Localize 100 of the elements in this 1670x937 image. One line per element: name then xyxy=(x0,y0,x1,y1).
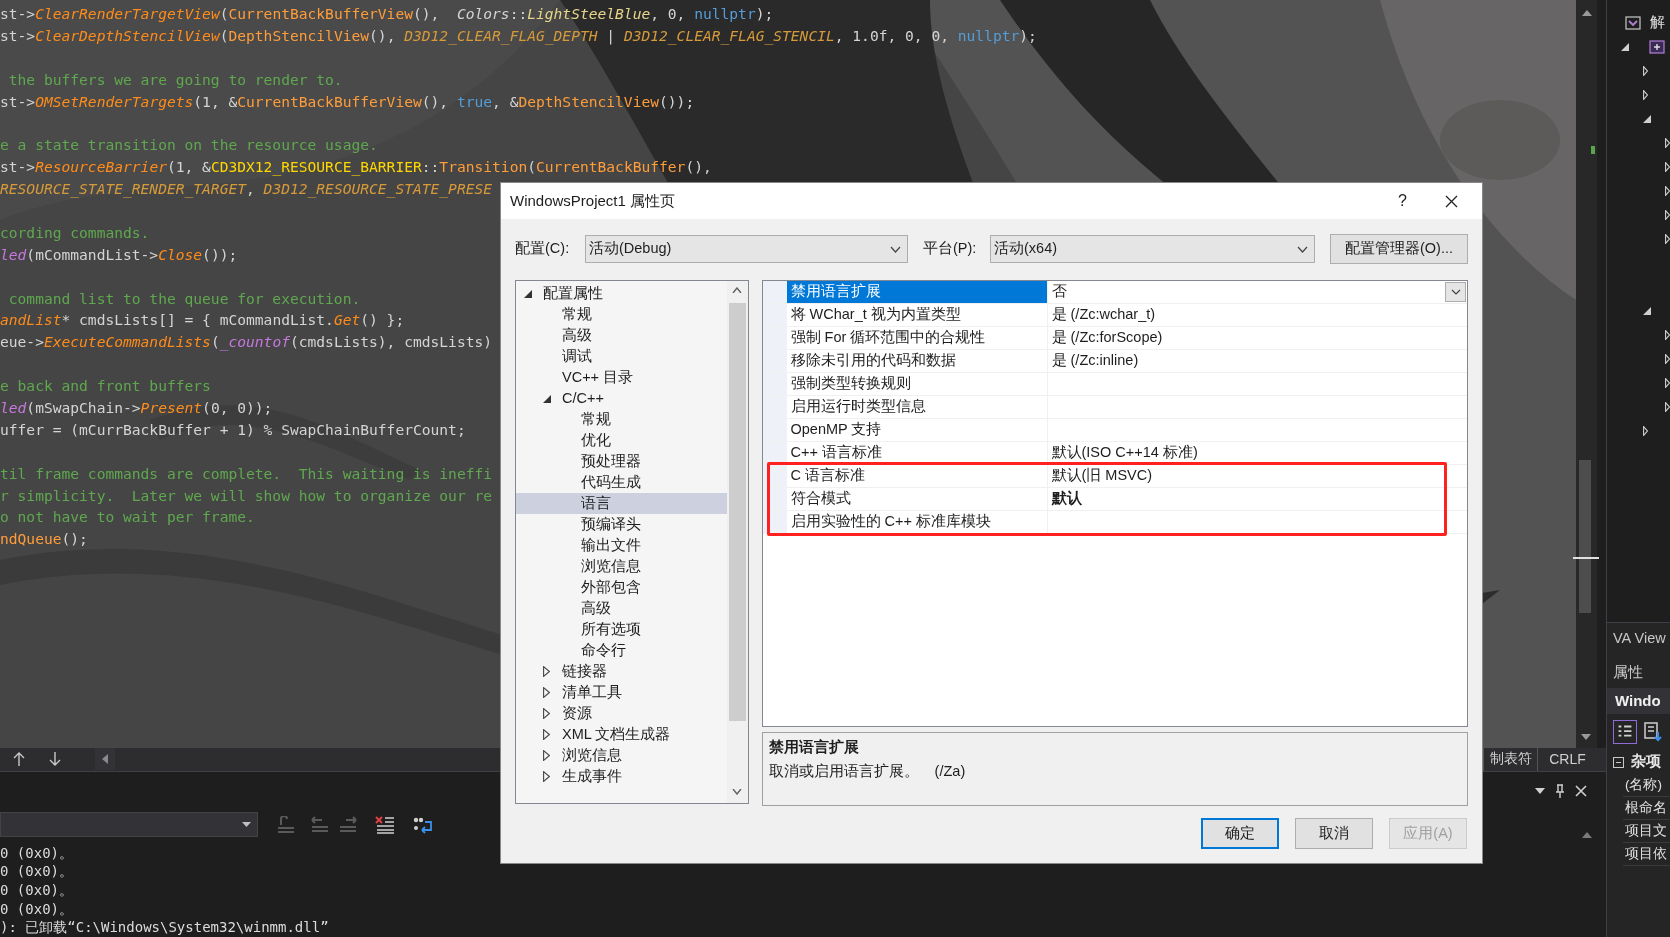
pin-icon[interactable] xyxy=(1555,783,1565,798)
property-name[interactable]: 强制 For 循环范围中的合规性 xyxy=(786,327,1047,349)
next-message-icon[interactable] xyxy=(338,815,358,834)
expanded-arrow-icon[interactable] xyxy=(1643,115,1651,123)
help-button[interactable]: ? xyxy=(1398,189,1407,213)
tree-item[interactable]: 浏览信息 xyxy=(516,745,727,766)
tree-item[interactable]: 常规 xyxy=(516,409,727,430)
property-name[interactable]: C++ 语言标准 xyxy=(786,442,1047,464)
collapse-icon[interactable] xyxy=(1613,756,1624,768)
scroll-down-icon[interactable] xyxy=(1581,733,1591,740)
scroll-up-icon[interactable] xyxy=(732,287,742,293)
property-value[interactable]: 否 xyxy=(1047,281,1067,303)
scroll-thumb[interactable] xyxy=(1579,460,1591,613)
go-to-line-icon[interactable] xyxy=(276,815,296,834)
tree-item[interactable]: 所有选项 xyxy=(516,619,727,640)
tree-item[interactable]: 优化 xyxy=(516,430,727,451)
code-line: e a state transition on the resource usage. xyxy=(0,135,378,156)
expanded-arrow-icon[interactable] xyxy=(543,394,551,403)
property-value[interactable]: 默认 xyxy=(1047,488,1082,510)
property-name[interactable]: 将 WChar_t 视为内置类型 xyxy=(786,304,1047,326)
solution-icon xyxy=(1625,16,1641,30)
scroll-thumb[interactable] xyxy=(728,303,746,721)
tree-item[interactable]: 代码生成 xyxy=(516,472,727,493)
collapsed-arrow-icon[interactable] xyxy=(543,750,550,761)
scroll-up-icon[interactable] xyxy=(1581,10,1592,16)
word-wrap-icon[interactable] xyxy=(413,815,433,834)
property-name[interactable]: 移除未引用的代码和数据 xyxy=(786,350,1047,372)
categorized-view-icon[interactable] xyxy=(1613,720,1637,744)
output-line: 0 (0x0)。 xyxy=(0,862,73,881)
collapsed-arrow-icon[interactable] xyxy=(543,729,550,740)
code-line: st->ResourceBarrier(1, &CD3DX12_RESOURCE_BARRIER::Transition(CurrentBackBuffer(), xyxy=(0,157,712,178)
property-name[interactable]: 项目依 xyxy=(1623,843,1670,866)
expanded-arrow-icon[interactable] xyxy=(1643,307,1651,315)
property-name[interactable]: 根命名 xyxy=(1623,797,1670,820)
tree-item[interactable]: 调试 xyxy=(516,346,727,367)
property-value[interactable]: 默认(ISO C++14 标准) xyxy=(1047,442,1198,464)
change-marker xyxy=(1591,146,1595,154)
arrow-up-icon[interactable] xyxy=(13,752,25,767)
tree-item[interactable]: 语言 xyxy=(516,493,727,514)
configuration-select[interactable]: 活动(Debug) xyxy=(585,235,908,263)
tree-item[interactable]: 外部包含 xyxy=(516,577,727,598)
field-label: 平台(P): xyxy=(923,239,978,259)
clear-all-icon[interactable] xyxy=(375,815,395,834)
scroll-left-button[interactable] xyxy=(95,748,115,771)
property-name[interactable]: OpenMP 支持 xyxy=(786,419,1047,441)
tree-item[interactable]: 常规 xyxy=(516,304,727,325)
tree-item[interactable]: 链接器 xyxy=(516,661,727,682)
code-line: andList* cmdsLists[] = { mCommandList.Get() }; xyxy=(0,310,405,331)
platform-select[interactable]: 活动(x64) xyxy=(990,235,1315,263)
property-value[interactable]: 是 (/Zc:inline) xyxy=(1047,350,1139,372)
expanded-arrow-icon[interactable] xyxy=(1621,43,1629,51)
line-ending[interactable]: CRLF xyxy=(1537,747,1597,771)
dialog-button[interactable]: 确定 xyxy=(1201,818,1279,849)
caret-left-icon xyxy=(102,754,108,765)
tree-item[interactable]: VC++ 目录 xyxy=(516,367,727,388)
dropdown-icon[interactable] xyxy=(1535,787,1545,794)
scroll-down-icon[interactable] xyxy=(732,789,742,795)
arrow-down-icon[interactable] xyxy=(49,752,61,767)
tree-item-label[interactable]: 解 xyxy=(1650,12,1665,34)
property-name[interactable]: 强制类型转换规则 xyxy=(786,373,1047,395)
property-pages-icon[interactable] xyxy=(1641,720,1665,744)
property-value[interactable]: 是 (/Zc:forScope) xyxy=(1047,327,1163,349)
code-line: the buffers we are going to render to. xyxy=(7,69,343,90)
tree-item[interactable]: 命令行 xyxy=(516,640,727,661)
tree-item[interactable]: 浏览信息 xyxy=(516,556,727,577)
tree-item[interactable]: 配置属性 xyxy=(516,283,727,304)
property-name[interactable]: (名称) xyxy=(1623,774,1670,797)
tree-item[interactable]: 生成事件 xyxy=(516,766,727,787)
object-selector[interactable]: Windo xyxy=(1607,688,1670,714)
collapsed-arrow-icon[interactable] xyxy=(543,771,550,782)
caret-position-marker xyxy=(1573,557,1599,559)
tree-item[interactable]: 预编译头 xyxy=(516,514,727,535)
code-line: eue->ExecuteCommandLists(_countof(cmdsLists), cmdsLists) xyxy=(0,332,493,353)
collapsed-arrow-icon[interactable] xyxy=(543,687,550,698)
configuration-manager-button[interactable]: 配置管理器(O)... xyxy=(1330,234,1468,264)
close-icon[interactable] xyxy=(1445,194,1458,208)
collapsed-arrow-icon[interactable] xyxy=(543,666,550,677)
code-line: o not have to wait per frame. xyxy=(0,507,255,528)
expanded-arrow-icon[interactable] xyxy=(524,289,532,298)
tree-item[interactable]: 高级 xyxy=(516,325,727,346)
property-name[interactable]: 启用运行时类型信息 xyxy=(786,396,1047,418)
property-name[interactable]: 项目文 xyxy=(1623,820,1670,843)
project-icon xyxy=(1649,40,1665,54)
dialog-button[interactable]: 取消 xyxy=(1295,818,1373,849)
code-line: r simplicity. Later we will show how to organize our re xyxy=(0,485,493,506)
property-name[interactable]: 符合模式 xyxy=(786,488,1047,510)
property-name[interactable]: 禁用语言扩展 xyxy=(786,281,1047,303)
collapsed-arrow-icon[interactable] xyxy=(543,708,550,719)
tree-item[interactable]: XML 文档生成器 xyxy=(516,724,727,745)
tree-item[interactable]: 高级 xyxy=(516,598,727,619)
tree-item[interactable]: C/C++ xyxy=(516,388,727,409)
scroll-up-icon[interactable] xyxy=(1581,831,1592,838)
category-label: 杂项 xyxy=(1631,752,1661,772)
property-value[interactable]: 是 (/Zc:wchar_t) xyxy=(1047,304,1156,326)
tree-item[interactable]: 清单工具 xyxy=(516,682,727,703)
tree-item[interactable]: 资源 xyxy=(516,703,727,724)
tree-item[interactable]: 输出文件 xyxy=(516,535,727,556)
previous-message-icon[interactable] xyxy=(310,815,330,834)
va-view-tab[interactable]: VA View xyxy=(1607,627,1670,651)
tree-item[interactable]: 预处理器 xyxy=(516,451,727,472)
